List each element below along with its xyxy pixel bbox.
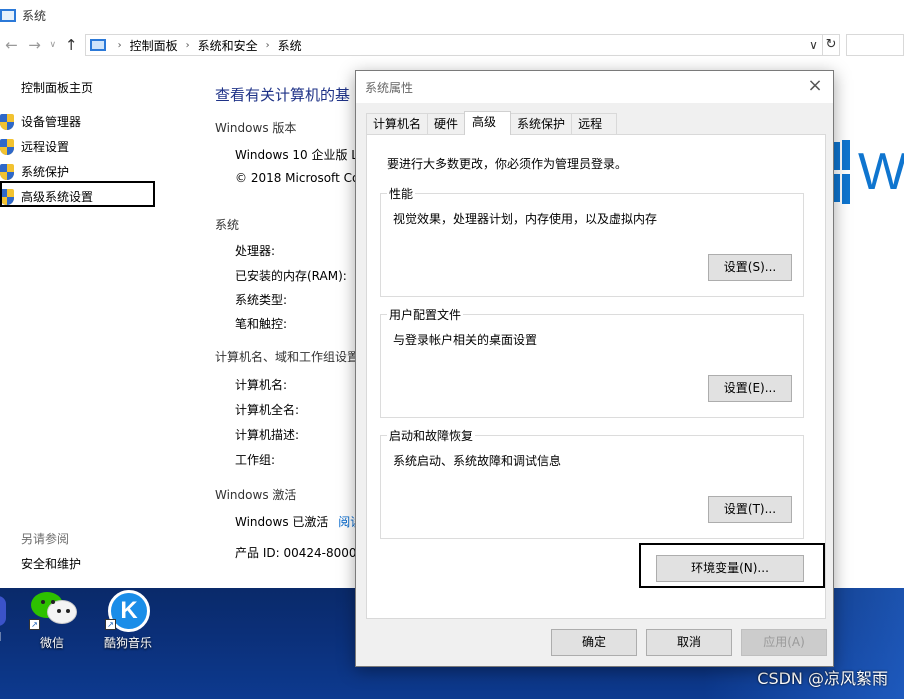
search-input[interactable]	[846, 34, 904, 56]
shortcut-arrow-icon: ↗	[29, 619, 40, 630]
desktop-icon-kugou[interactable]: K ↗ 酷狗音乐	[98, 590, 158, 651]
windows-logo: W	[830, 138, 904, 208]
control-panel-home-link[interactable]: 控制面板主页	[21, 79, 93, 96]
system-type-label: 系统类型:	[235, 293, 288, 307]
forward-icon[interactable]: →	[23, 36, 46, 54]
recent-dropdown-icon[interactable]: ∨	[46, 40, 59, 50]
startup-recovery-group: 启动和故障恢复 系统启动、系统故障和调试信息 设置(T)...	[380, 427, 804, 539]
tab-advanced[interactable]: 高级	[464, 111, 512, 135]
pen-touch-label: 笔和触控:	[235, 317, 288, 331]
activation-status: Windows 已激活 阅读	[235, 513, 362, 530]
profile-legend: 用户配置文件	[387, 306, 464, 323]
sidebar-item-label: 远程设置	[21, 140, 70, 154]
tab-strip: 计算机名 硬件 高级 系统保护 远程	[366, 111, 618, 135]
system-properties-dialog: 系统属性 × 计算机名 硬件 高级 系统保护 远程 要进行大多数更改，你必须作为…	[355, 70, 834, 667]
dialog-title-bar: 系统属性 ×	[356, 71, 833, 103]
see-also-label: 另请参阅	[21, 532, 70, 546]
name-section-title: 计算机名、域和工作组设置	[215, 350, 360, 364]
app-icon[interactable]	[0, 596, 6, 626]
user-profile-group: 用户配置文件 与登录帐户相关的桌面设置 设置(E)...	[380, 306, 804, 418]
description-label: 计算机描述:	[235, 428, 300, 442]
shield-icon	[0, 138, 14, 155]
performance-desc: 视觉效果，处理器计划，内存使用，以及虚拟内存	[393, 212, 658, 226]
tab-remote[interactable]: 远程	[571, 113, 618, 135]
sidebar-item-remote[interactable]: 远程设置	[0, 138, 69, 155]
close-icon[interactable]: ×	[805, 75, 825, 96]
tab-computer-name[interactable]: 计算机名	[366, 113, 429, 135]
page-title: 查看有关计算机的基	[215, 86, 351, 104]
startup-settings-button[interactable]: 设置(T)...	[708, 496, 792, 523]
activation-section-title: Windows 激活	[215, 488, 297, 502]
performance-settings-button[interactable]: 设置(S)...	[708, 254, 792, 281]
computer-icon	[0, 8, 16, 22]
shortcut-arrow-icon: ↗	[105, 619, 116, 630]
annotation-highlight	[639, 543, 825, 588]
address-field[interactable]: › 控制面板 › 系统和安全 › 系统 ∨	[84, 34, 823, 56]
title-bar: 系统	[0, 0, 904, 30]
dialog-title: 系统属性	[365, 80, 414, 95]
up-icon[interactable]: ↑	[60, 36, 83, 54]
desktop-icon-label: 酷狗音乐	[103, 636, 152, 650]
admin-note: 要进行大多数更改，你必须作为管理员登录。	[387, 157, 628, 171]
windows-logo-letter: W	[858, 143, 904, 201]
desktop-icon-label: I	[0, 630, 2, 644]
edition-section-title: Windows 版本	[215, 121, 297, 135]
chevron-right-icon: ›	[265, 39, 270, 51]
control-panel-icon	[89, 39, 106, 51]
chevron-right-icon: ›	[185, 39, 190, 51]
desktop-icon-label: 微信	[39, 636, 64, 650]
watermark: CSDN @凉风絮雨	[757, 669, 888, 688]
computer-name-label: 计算机名:	[235, 378, 288, 392]
system-section-title: 系统	[215, 218, 240, 232]
processor-label: 处理器:	[235, 244, 276, 258]
window-title: 系统	[22, 8, 47, 23]
workgroup-label: 工作组:	[235, 453, 276, 467]
sidebar-item-protection[interactable]: 系统保护	[0, 163, 69, 180]
startup-desc: 系统启动、系统故障和调试信息	[393, 454, 562, 468]
kugou-icon: K ↗	[105, 590, 151, 632]
full-name-label: 计算机全名:	[235, 403, 300, 417]
performance-group: 性能 视觉效果，处理器计划，内存使用，以及虚拟内存 设置(S)...	[380, 185, 804, 297]
profile-settings-button[interactable]: 设置(E)...	[708, 375, 792, 402]
ram-label: 已安装的内存(RAM):	[235, 269, 347, 283]
cancel-button[interactable]: 取消	[646, 629, 732, 656]
edition-value: Windows 10 企业版 L	[235, 148, 358, 162]
sidebar-item-device-manager[interactable]: 设备管理器	[0, 113, 81, 130]
security-maintenance-link[interactable]: 安全和维护	[21, 555, 81, 572]
activation-text: Windows 已激活	[235, 515, 329, 529]
desktop-icon-wechat[interactable]: ↗ 微信	[22, 590, 82, 651]
profile-desc: 与登录帐户相关的桌面设置	[393, 333, 538, 347]
address-bar-row: ← → ∨ ↑ › 控制面板 › 系统和安全 › 系统 ∨ ↻	[0, 30, 904, 60]
tab-hardware[interactable]: 硬件	[427, 113, 466, 135]
back-icon[interactable]: ←	[0, 36, 23, 54]
annotation-highlight	[0, 181, 155, 207]
tab-system-protection[interactable]: 系统保护	[510, 113, 573, 135]
apply-button[interactable]: 应用(A)	[741, 629, 827, 656]
breadcrumb-system-security[interactable]: 系统和安全	[198, 37, 258, 54]
breadcrumb-system[interactable]: 系统	[278, 37, 302, 54]
product-id: 产品 ID: 00424-80000	[235, 546, 365, 560]
ok-button[interactable]: 确定	[551, 629, 637, 656]
sidebar-item-label: 系统保护	[21, 165, 70, 179]
address-dropdown-icon[interactable]: ∨	[809, 38, 822, 52]
sidebar-item-label: 设备管理器	[21, 115, 82, 129]
shield-icon	[0, 113, 14, 130]
refresh-icon[interactable]: ↻	[822, 34, 841, 56]
breadcrumb-control-panel[interactable]: 控制面板	[130, 37, 178, 54]
chevron-right-icon: ›	[117, 39, 122, 51]
shield-icon	[0, 163, 14, 180]
performance-legend: 性能	[387, 185, 416, 202]
copyright-value: © 2018 Microsoft Co	[235, 171, 360, 185]
wechat-icon: ↗	[29, 590, 77, 630]
startup-legend: 启动和故障恢复	[387, 427, 476, 444]
